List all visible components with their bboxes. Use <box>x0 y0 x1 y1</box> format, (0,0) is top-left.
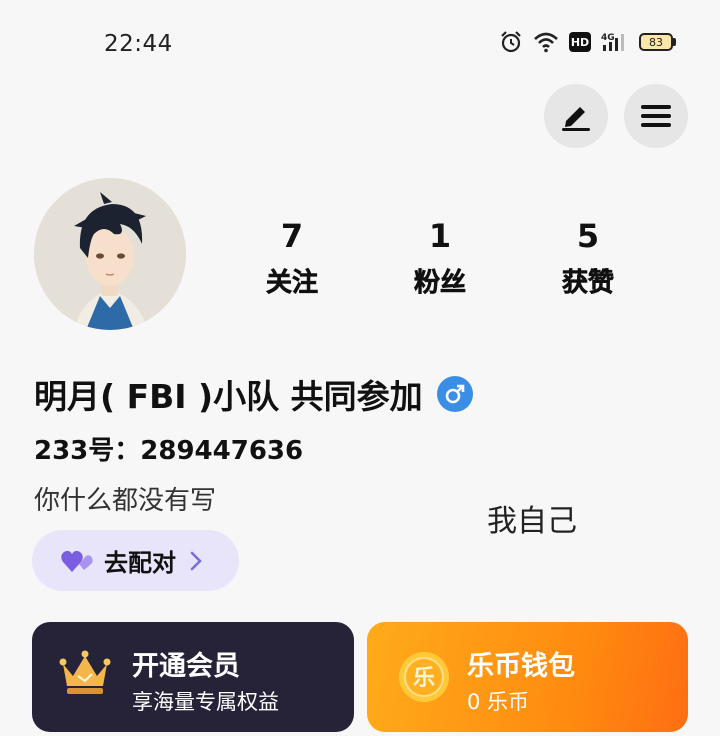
user-name: 明月( FBI )小队 共同参加 <box>34 377 423 416</box>
stat-likes[interactable]: 5 获赞 <box>528 218 648 299</box>
wallet-title: 乐币钱包 <box>467 651 575 682</box>
signal-icon: 4G <box>601 33 624 51</box>
following-label: 关注 <box>265 268 319 299</box>
wallet-card[interactable]: 乐 乐币钱包 0 乐币 <box>367 622 688 732</box>
fans-label: 粉丝 <box>413 268 467 299</box>
network-type-label: 4G <box>601 33 615 43</box>
status-time: 22:44 <box>104 31 173 57</box>
status-icons: HD 4G 83 <box>499 30 676 54</box>
match-button[interactable]: 去配对 <box>32 530 239 591</box>
alarm-icon <box>501 31 521 53</box>
stat-fans[interactable]: 1 粉丝 <box>380 218 500 299</box>
avatar-illustration <box>34 178 186 330</box>
crown-icon <box>59 650 111 694</box>
edit-profile-button[interactable] <box>544 84 608 148</box>
following-count: 7 <box>280 217 304 255</box>
status-bar: 22:44 HD 4G 83 <box>0 0 720 80</box>
edit-icon <box>562 107 590 131</box>
likes-count: 5 <box>576 217 600 255</box>
male-icon <box>436 376 473 412</box>
battery-level: 83 <box>639 33 673 51</box>
battery-icon: 83 <box>639 33 676 51</box>
user-bio[interactable]: 你什么都没有写 <box>34 480 216 517</box>
vip-subtitle: 享海量专属权益 <box>132 690 279 714</box>
hearts-icon <box>61 550 93 572</box>
match-label: 去配对 <box>104 549 176 577</box>
fans-count: 1 <box>428 217 452 255</box>
hd-icon: HD <box>569 32 591 52</box>
self-label: 我自己 <box>487 504 577 539</box>
vip-card[interactable]: 开通会员 享海量专属权益 <box>32 622 354 732</box>
wallet-balance: 0 乐币 <box>467 690 530 714</box>
menu-button[interactable] <box>624 84 688 148</box>
stat-following[interactable]: 7 关注 <box>232 218 352 299</box>
coin-icon: 乐 <box>399 652 449 702</box>
user-id: 233号：289447636 <box>34 436 304 466</box>
avatar[interactable] <box>34 178 186 330</box>
coin-glyph: 乐 <box>413 666 435 691</box>
wifi-icon <box>534 32 558 53</box>
chevron-right-icon <box>190 551 202 570</box>
vip-title: 开通会员 <box>132 651 240 682</box>
menu-icon <box>641 105 671 127</box>
name-row: 明月( FBI )小队 共同参加 <box>34 370 473 418</box>
likes-label: 获赞 <box>561 268 615 299</box>
